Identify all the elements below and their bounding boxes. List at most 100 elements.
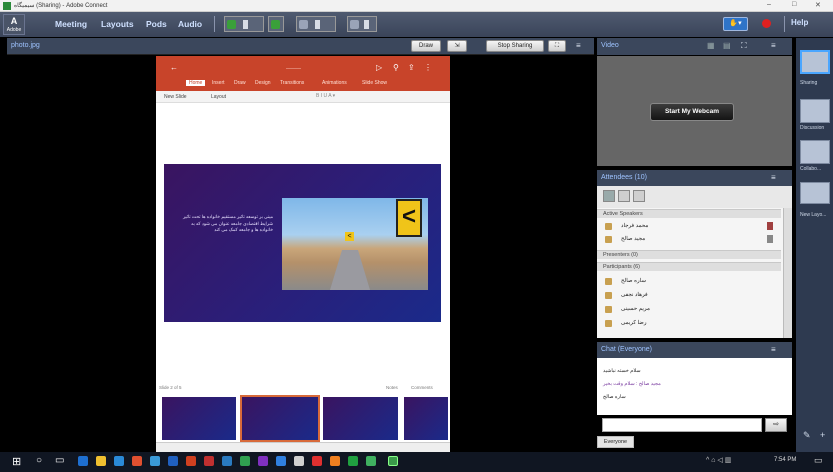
fullscreen-icon: ⛶ [554,43,560,49]
layout-new[interactable] [800,182,830,204]
record-icon[interactable] [762,19,771,28]
slide-thumbnail [323,397,398,440]
menu-pods[interactable]: Pods [146,19,167,29]
powerpoint-icon[interactable] [186,456,196,466]
share-screen-icon [350,20,359,29]
search-icon[interactable]: ○ [36,455,42,466]
minimize-button[interactable]: – [767,1,771,8]
speaker-button[interactable] [268,16,284,32]
app-icon[interactable] [348,456,358,466]
filmstrip-icon[interactable]: ▤ [723,41,731,50]
close-button[interactable]: ✕ [815,1,821,9]
attendee-name: ﻣﺠﯿﺪ ﺻﺎﻟﺢ [621,236,646,242]
grid-view-icon[interactable]: ▦ [707,41,715,50]
format-icons: B I U A ▾ [316,93,336,99]
app-icon [3,2,11,10]
maximize-button[interactable]: □ [792,1,796,8]
fullscreen-button[interactable]: ⛶ [548,40,566,52]
participant-row[interactable]: رﺿﺎ ﮐﺮﯾﻤﯽ [597,318,781,329]
draw-button[interactable]: Draw [411,40,441,52]
acrobat-icon[interactable] [204,456,214,466]
menu-layouts[interactable]: Layouts [101,19,134,29]
app-icon[interactable] [276,456,286,466]
host-icon [605,236,612,243]
chat-input[interactable] [602,418,762,432]
menu-audio[interactable]: Audio [178,19,202,29]
webcam-button[interactable] [296,16,336,32]
app-icon[interactable] [366,456,376,466]
chat-pod-header: Chat (Everyone) ≡ [597,342,792,358]
share-screen-button[interactable] [347,16,377,32]
fullscreen-icon[interactable]: ⛶ [741,41,747,51]
edge-icon[interactable] [78,456,88,466]
menu-help[interactable]: Help [791,18,808,27]
task-view-icon[interactable]: ▭ [55,455,64,466]
app-icon[interactable] [294,456,304,466]
attendee-name: رﺿﺎ ﮐﺮﯾﻤﯽ [621,320,647,326]
pod-options-icon[interactable]: ≡ [576,41,581,50]
slide-thumbnail [404,397,448,440]
tools-icon[interactable]: ✎ [803,430,811,441]
pod-options-icon[interactable]: ≡ [771,41,776,50]
store-icon[interactable] [114,456,124,466]
participant-row[interactable]: ﺳﺎره ﺻﺎﻟﺢ [597,276,781,287]
app-icon[interactable] [258,456,268,466]
attendee-scrollbar[interactable] [783,208,792,338]
layout-sharing[interactable] [800,50,830,74]
word-icon[interactable] [168,456,178,466]
pod-options-icon[interactable]: ≡ [771,173,776,182]
adobe-connect-task-icon[interactable] [388,456,398,466]
app-icon[interactable] [222,456,232,466]
app-icon[interactable] [330,456,340,466]
file-explorer-icon[interactable] [96,456,106,466]
menu-meeting[interactable]: Meeting [55,19,87,29]
participant-row[interactable]: ﻓﺮﻫﺎد ﻧﺠﻔﯽ [597,290,781,301]
participant-icon [605,292,612,299]
app-icon[interactable] [240,456,250,466]
chevron-sign-small-icon: < [345,232,354,241]
app-icon[interactable] [132,456,142,466]
layout-collaboration[interactable] [800,140,830,164]
microphone-icon [227,20,236,29]
windows-start-icon[interactable]: ⊞ [12,455,21,468]
status-button[interactable]: ✋▾ [723,17,748,31]
app-icon[interactable] [150,456,160,466]
speaker-icon [271,20,280,29]
notifications-icon[interactable]: ▭ [814,455,823,466]
breakout-view-icon[interactable] [618,190,630,202]
list-view-icon[interactable] [603,190,615,202]
everyone-tab[interactable]: Everyone [597,436,634,448]
host-row[interactable]: ﻣﺠﯿﺪ ﺻﺎﻟﺢ [597,234,781,245]
participant-row[interactable]: ﻣﺮﯾﻢ ﺣﺴﯿﻨﯽ [597,304,781,315]
participants-group[interactable]: Participants (6) [597,262,781,271]
ribbon-tab: Animations [322,80,347,86]
chat-message: ﻣﺠﯿﺪ ﺻﺎﻟﺢ : ﺳﻼم وﻗﺖ ﺑﺨﯿﺮ [603,381,661,387]
stop-sharing-button[interactable]: Stop Sharing [486,40,544,52]
add-layout-icon[interactable]: + [820,430,825,440]
comments-label: Comments [411,385,433,390]
ribbon-commands: New Slide Layout B I U A ▾ [156,91,450,103]
presenters-group[interactable]: Presenters (0) [597,250,781,259]
attendees-pod-title: Attendees (10) [601,174,647,181]
tray-icons[interactable]: ^ ⌂ ◁ ▥ [706,456,731,464]
chat-message: ﺳﺎره ﺻﺎﻟﺢ [603,394,626,400]
layout-discussion[interactable] [800,99,830,123]
host-row[interactable]: ﻣﺤﻤﺪ ﻓﺮﺟﺎد [597,221,781,232]
start-webcam-button[interactable]: Start My Webcam [650,103,734,121]
notes-label: Notes [386,385,398,390]
presentation-title: ——— [286,66,301,72]
menu-separator [214,16,215,32]
mic-level-icon [243,20,248,29]
slide-counter: Slide 2 of 5 [159,385,182,390]
microphone-button[interactable] [224,16,264,32]
ribbon-tab: Draw [234,80,246,86]
attendee-name: ﺳﺎره ﺻﺎﻟﺢ [621,278,646,284]
fit-width-button[interactable]: ⇲ [447,40,467,52]
pod-options-icon[interactable]: ≡ [771,345,776,354]
ribbon-tab: Transitions [280,80,305,86]
slide-body-text: ﻣﯿﻨﯽ ﺑﺮ ﺗﻮﺳﻌﻪ ﺗﺎﺛﯿﺮ ﻣﺴﺘﻘﯿﻢ ﺧﺎﻧﻮاده ﻫﺎ ﺗﺤ… [182,214,273,232]
ribbon-tab: Insert [212,80,225,86]
status-view-icon[interactable] [633,190,645,202]
app-icon[interactable] [312,456,322,466]
send-button[interactable]: ⇨ [765,418,787,432]
